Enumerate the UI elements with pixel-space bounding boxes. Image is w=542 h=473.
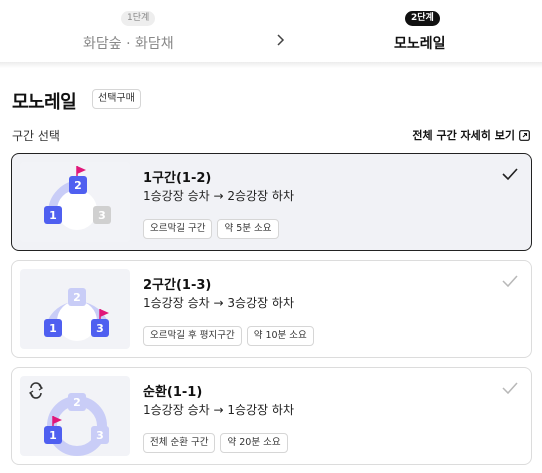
step1-label[interactable]: 화담숲 · 화담채: [83, 33, 174, 53]
route-name: 1구간(1-2): [143, 171, 212, 186]
route-description: 1승강장 승차 → 1승강장 하차: [143, 403, 294, 417]
check-icon: [502, 382, 518, 395]
step1-badge: 1단계: [121, 11, 156, 26]
route-tag: 오르막길 후 평지구간: [143, 326, 242, 346]
route-diagram-2: 2 1 3: [20, 269, 130, 349]
check-icon: [502, 275, 518, 288]
stop-label: 2: [74, 179, 82, 192]
chevron-right-icon: [277, 34, 285, 46]
step2-badge: 2단계: [405, 11, 440, 26]
route-tags: 전체 순환 구간 약 20분 소요: [143, 433, 288, 453]
route-description: 1승강장 승차 → 3승강장 하차: [143, 296, 294, 310]
route-tag: 약 5분 소요: [217, 219, 279, 239]
route-option-card-2[interactable]: 2 1 3 2구간(1-3) 1승강장 승차 → 3승강장 하차 오르막길 후 …: [11, 260, 532, 358]
stop-label: 1: [49, 209, 57, 222]
optional-purchase-badge: 선택구매: [92, 89, 141, 109]
header-divider: [0, 62, 542, 68]
route-tags: 오르막길 후 평지구간 약 10분 소요: [143, 326, 314, 346]
view-all-route-details-link[interactable]: 전체 구간 자세히 보기: [412, 127, 530, 143]
loop-icon: [28, 382, 44, 399]
route-tag: 약 10분 소요: [246, 326, 314, 346]
route-option-card-3[interactable]: 2 1 3 순환(1-1) 1승강장 승차 → 1승강장 하차 전체 순환 구간…: [11, 367, 532, 465]
stop-label: 1: [49, 429, 57, 442]
stop-label: 3: [98, 209, 106, 222]
stop-label: 2: [73, 396, 81, 409]
route-description: 1승강장 승차 → 2승강장 하차: [143, 189, 294, 203]
route-tag: 전체 순환 구간: [143, 433, 216, 453]
route-name: 순환(1-1): [143, 385, 203, 400]
route-tag: 약 20분 소요: [220, 433, 288, 453]
route-name: 2구간(1-3): [143, 278, 212, 293]
route-diagram-1: 2 1 3: [20, 162, 130, 242]
step2-label: 모노레일: [394, 36, 446, 52]
route-diagram-3: 2 1 3: [20, 376, 130, 456]
stop-label: 1: [49, 322, 57, 335]
stop-label: 2: [73, 291, 81, 304]
stop-label: 3: [96, 429, 104, 442]
section-label: 구간 선택: [12, 129, 60, 143]
check-icon: [502, 168, 518, 181]
stop-label: 3: [96, 322, 104, 335]
route-option-card-1[interactable]: 2 1 3 1구간(1-2) 1승강장 승차 → 2승강장 하차 오르막길 구간…: [11, 153, 532, 251]
route-tag: 오르막길 구간: [143, 219, 213, 239]
route-tags: 오르막길 구간 약 5분 소요: [143, 219, 279, 239]
external-link-icon: [519, 129, 530, 141]
page-title: 모노레일: [12, 92, 77, 113]
detail-link-label: 전체 구간 자세히 보기: [412, 129, 515, 142]
step-indicator: 1단계 화담숲 · 화담채 2단계 모노레일: [0, 0, 542, 62]
